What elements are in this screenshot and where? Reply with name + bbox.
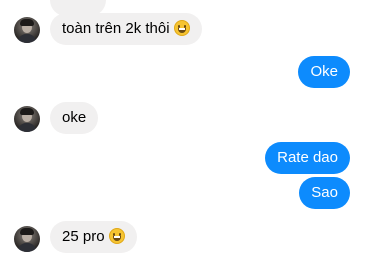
message-bubble-incoming[interactable]: oke — [50, 102, 99, 134]
message-bubble-outgoing[interactable]: Sao — [299, 177, 350, 209]
message-bubble-outgoing[interactable]: Rate dao — [265, 142, 350, 174]
message-thread[interactable]: toàn trên 2k thôi Oke oke Rate dao Sao 2… — [0, 0, 374, 257]
message-bubble-incoming[interactable]: toàn trên 2k thôi — [50, 13, 202, 45]
message-text: Rate dao — [277, 149, 338, 166]
grinning-face-emoji-icon — [108, 228, 125, 244]
contact-avatar[interactable] — [14, 17, 40, 43]
contact-avatar[interactable] — [14, 226, 40, 252]
message-text: Sao — [311, 184, 338, 201]
message-text: 25 pro — [62, 228, 105, 245]
message-text: Oke — [310, 63, 338, 80]
message-text: toàn trên 2k thôi — [62, 20, 170, 37]
message-bubble-outgoing[interactable]: Oke — [298, 56, 350, 88]
message-bubble-incoming[interactable]: 25 pro — [50, 221, 137, 253]
contact-avatar[interactable] — [14, 106, 40, 132]
grinning-face-emoji-icon — [173, 20, 190, 36]
message-text: oke — [62, 109, 87, 126]
